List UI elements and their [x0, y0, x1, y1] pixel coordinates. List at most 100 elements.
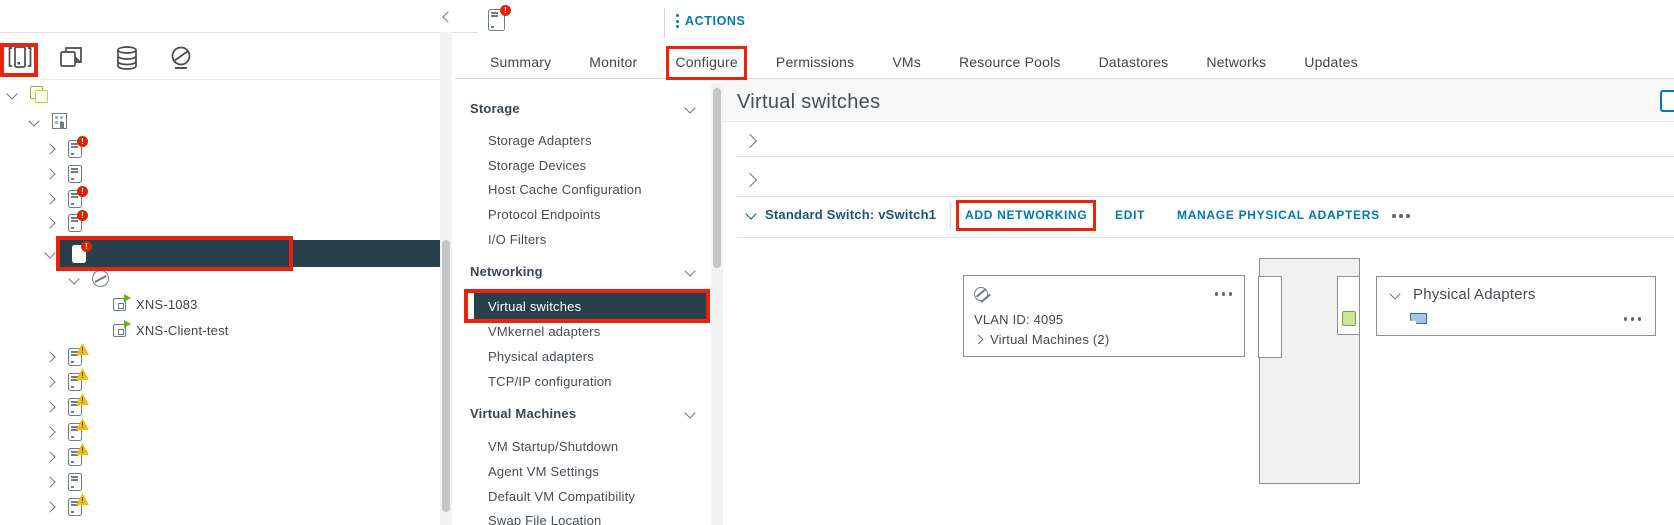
- chevron-down-icon[interactable]: [28, 115, 39, 126]
- chevron-right-icon[interactable]: [44, 168, 55, 179]
- chevron-right-icon[interactable]: [974, 335, 984, 345]
- tree-row-host[interactable]: [46, 473, 82, 491]
- tree-row-host[interactable]: [46, 165, 82, 183]
- tab-configure[interactable]: Configure: [673, 52, 740, 72]
- nav-item-swap-file[interactable]: Swap File Location: [488, 513, 601, 525]
- chevron-down-icon[interactable]: [745, 208, 756, 219]
- vm-label: XNS-Client-test: [136, 323, 229, 338]
- nav-item-host-cache[interactable]: Host Cache Configuration: [488, 182, 642, 197]
- datacenter-icon: [52, 113, 67, 129]
- collapse-panel-icon[interactable]: [442, 11, 453, 22]
- tab-updates[interactable]: Updates: [1302, 52, 1360, 72]
- tree-row-host[interactable]: [46, 423, 82, 441]
- host-icon: [68, 423, 82, 441]
- chevron-down-icon[interactable]: [684, 265, 695, 276]
- chevron-right-icon[interactable]: [44, 217, 55, 228]
- add-networking-button[interactable]: ADD NETWORKING: [965, 208, 1087, 222]
- tree-row-host[interactable]: [46, 373, 82, 391]
- tree-row-vm[interactable]: XNS-Client-test: [113, 323, 229, 338]
- edit-button[interactable]: EDIT: [1115, 208, 1145, 222]
- tree-row-host-selected[interactable]: [59, 240, 440, 267]
- tab-summary[interactable]: Summary: [488, 52, 553, 72]
- chevron-right-icon[interactable]: [44, 451, 55, 462]
- vswitch-uplink-port: [1337, 276, 1360, 335]
- chevron-down-icon[interactable]: [1389, 288, 1400, 299]
- warning-badge-icon: [76, 493, 89, 505]
- physical-adapters-card[interactable]: Physical Adapters: [1376, 276, 1656, 336]
- tab-datastores[interactable]: Datastores: [1097, 52, 1171, 72]
- hosts-clusters-icon[interactable]: [8, 44, 32, 70]
- vswitch-label[interactable]: Standard Switch: vSwitch1: [765, 207, 936, 222]
- switch-expander-icon[interactable]: [743, 173, 757, 187]
- tree-scrollbar-thumb[interactable]: [442, 240, 450, 512]
- chevron-down-icon[interactable]: [684, 407, 695, 418]
- virtual-machines-expander[interactable]: Virtual Machines (2): [990, 332, 1109, 347]
- nav-section-storage[interactable]: Storage: [470, 101, 520, 116]
- tab-permissions[interactable]: Permissions: [774, 52, 856, 72]
- nav-item-storage-devices[interactable]: Storage Devices: [488, 158, 586, 173]
- tree-row-host[interactable]: [46, 498, 82, 516]
- tree-row-host[interactable]: [46, 190, 82, 208]
- vms-templates-icon[interactable]: [59, 46, 85, 70]
- nav-item-vm-startup[interactable]: VM Startup/Shutdown: [488, 439, 618, 454]
- warning-badge-icon: [76, 393, 89, 405]
- tree-row-host[interactable]: [46, 398, 82, 416]
- more-actions-icon[interactable]: [1392, 214, 1410, 218]
- tab-resource-pools[interactable]: Resource Pools: [957, 52, 1063, 72]
- tab-monitor[interactable]: Monitor: [587, 52, 639, 72]
- nav-item-storage-adapters[interactable]: Storage Adapters: [488, 133, 592, 148]
- tree-row-host[interactable]: [46, 140, 82, 158]
- chevron-right-icon[interactable]: [44, 143, 55, 154]
- chevron-right-icon[interactable]: [44, 351, 55, 362]
- chevron-down-icon[interactable]: [684, 102, 695, 113]
- tree-row-host[interactable]: [46, 214, 82, 232]
- host-icon: [68, 348, 82, 366]
- chevron-down-icon[interactable]: [6, 88, 17, 99]
- toolbar-divider: [950, 203, 951, 229]
- tree-row-host[interactable]: [46, 448, 82, 466]
- nav-item-physical-adapters[interactable]: Physical adapters: [488, 349, 594, 364]
- chevron-right-icon[interactable]: [44, 476, 55, 487]
- network-icon: [974, 287, 989, 302]
- networks-icon[interactable]: [168, 45, 194, 71]
- chevron-right-icon[interactable]: [44, 426, 55, 437]
- tab-vms[interactable]: VMs: [890, 52, 923, 72]
- actions-button[interactable]: ACTIONS: [676, 14, 745, 28]
- nav-scrollbar-thumb[interactable]: [713, 88, 721, 268]
- nav-item-tcpip-configuration[interactable]: TCP/IP configuration: [488, 374, 612, 389]
- manage-physical-adapters-button[interactable]: MANAGE PHYSICAL ADAPTERS: [1177, 208, 1380, 222]
- nav-item-virtual-switches-selected[interactable]: Virtual switches: [474, 293, 706, 319]
- vcenter-icon: [30, 86, 48, 102]
- alert-badge-icon: [77, 136, 88, 147]
- nav-item-io-filters[interactable]: I/O Filters: [488, 232, 547, 247]
- nav-item-default-vm-compat[interactable]: Default VM Compatibility: [488, 489, 635, 504]
- nav-item-vmkernel-adapters[interactable]: VMkernel adapters: [488, 324, 601, 339]
- nav-section-networking[interactable]: Networking: [470, 264, 543, 279]
- resource-pool-icon: [92, 270, 109, 287]
- host-icon: [68, 498, 82, 516]
- chevron-right-icon[interactable]: [44, 376, 55, 387]
- port-group-more-icon[interactable]: [1215, 292, 1233, 296]
- tree-row-resource-pool[interactable]: [70, 270, 109, 287]
- tree-row-vcenter[interactable]: [8, 86, 48, 102]
- physical-adapters-more-icon[interactable]: [1624, 317, 1642, 321]
- vlan-id-label: VLAN ID: 4095: [974, 312, 1063, 327]
- tab-networks[interactable]: Networks: [1204, 52, 1268, 72]
- partial-action-button[interactable]: [1660, 90, 1674, 112]
- tree-row-datacenter[interactable]: [30, 113, 67, 129]
- tree-row-vm[interactable]: XNS-1083: [113, 297, 198, 312]
- storage-icon[interactable]: [114, 45, 140, 71]
- nav-item-agent-vm[interactable]: Agent VM Settings: [488, 464, 599, 479]
- nav-section-virtual-machines[interactable]: Virtual Machines: [470, 406, 576, 421]
- actions-label: ACTIONS: [685, 14, 745, 28]
- alert-badge-icon: [500, 5, 511, 16]
- chevron-right-icon[interactable]: [44, 401, 55, 412]
- chevron-right-icon[interactable]: [44, 501, 55, 512]
- nav-item-protocol-endpoints[interactable]: Protocol Endpoints: [488, 207, 601, 222]
- tree-row-host[interactable]: [46, 348, 82, 366]
- chevron-right-icon[interactable]: [44, 193, 55, 204]
- switch-expander-icon[interactable]: [743, 134, 757, 148]
- port-group-card[interactable]: VLAN ID: 4095 Virtual Machines (2): [963, 275, 1245, 357]
- chevron-down-icon[interactable]: [44, 247, 55, 258]
- chevron-down-icon[interactable]: [68, 273, 79, 284]
